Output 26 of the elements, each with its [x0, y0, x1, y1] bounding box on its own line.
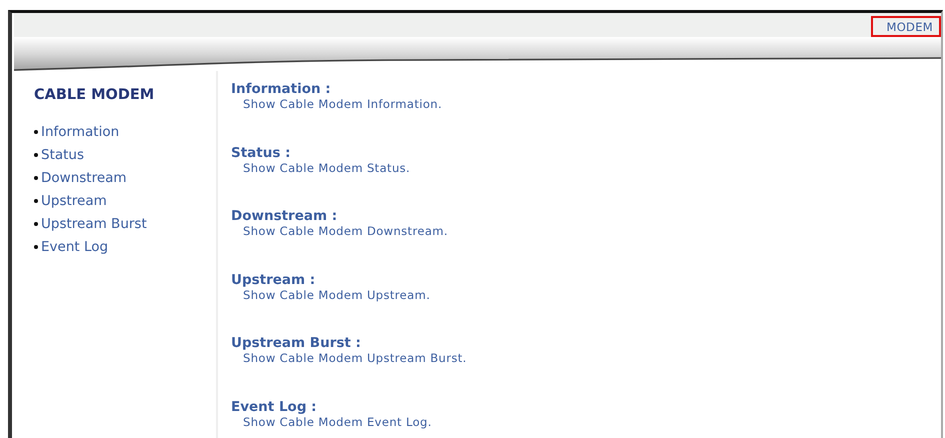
sidebar-link[interactable]: Upstream Burst [41, 216, 147, 232]
sidebar-title: CABLE MODEM [34, 87, 156, 103]
section-description: Show Cable Modem Event Log. [243, 414, 433, 429]
bullet-icon [34, 130, 38, 134]
sidebar-link[interactable]: Status [41, 146, 84, 162]
section-description: Show Cable Modem Upstream. [243, 288, 432, 302]
bullet-icon [34, 244, 38, 248]
sidebar-link[interactable]: Upstream [41, 192, 107, 208]
section-description: Show Cable Modem Status. [243, 160, 412, 175]
section-title[interactable]: Information : [231, 81, 331, 97]
section-description: Show Cable Modem Information. [243, 97, 444, 111]
sidebar-link[interactable]: Downstream [41, 170, 127, 186]
section-title[interactable]: Event Log : [231, 398, 317, 415]
bullet-icon [34, 222, 38, 226]
section-description: Show Cable Modem Downstream. [243, 224, 449, 238]
bullet-icon [34, 198, 38, 202]
sidebar-link[interactable]: Information [41, 124, 120, 140]
section-title[interactable]: Downstream : [231, 208, 338, 224]
section-title[interactable]: Upstream Burst : [231, 335, 361, 352]
modem-link[interactable]: MODEM [871, 16, 941, 36]
sidebar-link[interactable]: Event Log [41, 238, 108, 254]
bullet-icon [34, 176, 38, 180]
section-description: Show Cable Modem Upstream Burst. [243, 351, 467, 366]
section-title[interactable]: Upstream : [231, 272, 316, 288]
bullet-icon [34, 152, 38, 156]
section-title[interactable]: Status : [231, 144, 290, 161]
